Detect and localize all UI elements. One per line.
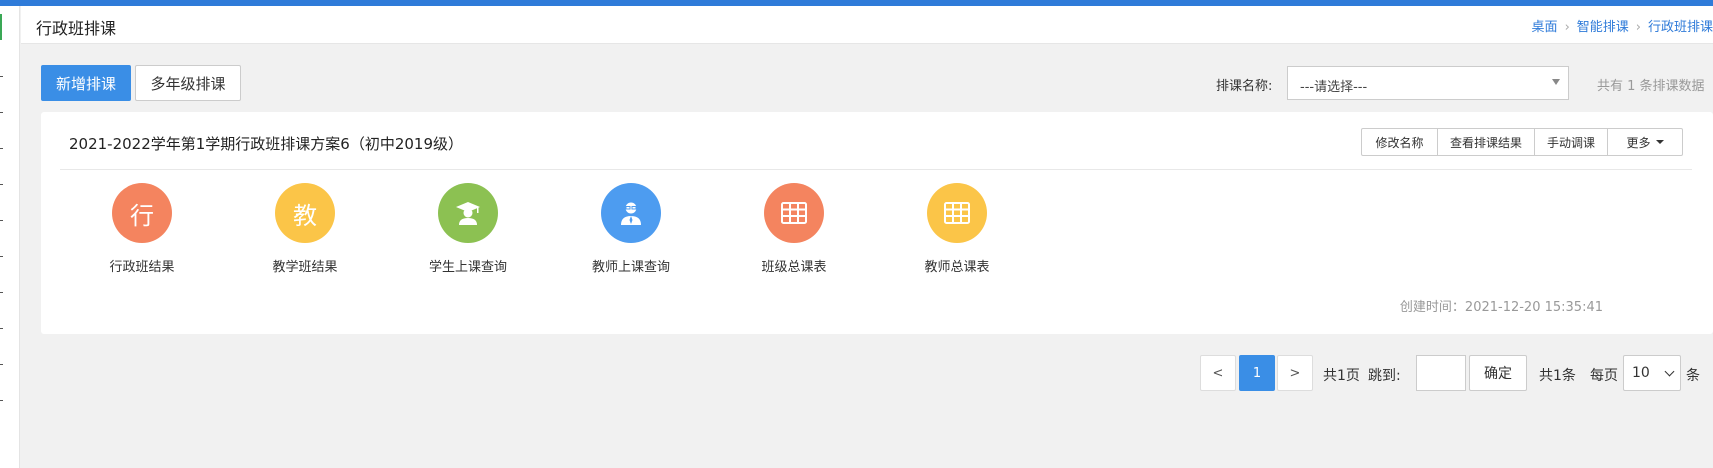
caret-down-icon	[1552, 79, 1560, 85]
per-page-unit: 条	[1686, 368, 1700, 384]
sidebar-tick	[0, 292, 3, 293]
multi-grade-schedule-button[interactable]: 多年级排课	[135, 65, 241, 101]
timetable-grid-icon	[781, 202, 807, 224]
jump-label: 跳到:	[1368, 368, 1401, 384]
tile-teacher-schedule-query[interactable]: 教师上课查询	[556, 183, 706, 275]
tile-teaching-class-result[interactable]: 教 教学班结果	[230, 183, 380, 275]
admin-class-glyph: 行	[130, 201, 154, 230]
tile-student-schedule-query[interactable]: 学生上课查询	[393, 183, 543, 275]
collapsed-sidebar[interactable]	[0, 6, 20, 468]
chevron-right-icon: ›	[1635, 20, 1641, 35]
breadcrumb-current[interactable]: 行政班排课	[1648, 20, 1713, 35]
sidebar-tick	[0, 328, 3, 329]
sidebar-active-indicator	[0, 14, 2, 40]
schedule-name-select[interactable]: ---请选择---	[1287, 66, 1569, 100]
record-count: 共有 1 条排课数据	[1597, 79, 1705, 94]
tile-label: 班级总课表	[761, 260, 827, 275]
sidebar-tick	[0, 112, 3, 113]
chevron-right-icon: ›	[1564, 20, 1570, 35]
tile-teacher-master-timetable[interactable]: 教师总课表	[882, 183, 1032, 275]
jump-page-input[interactable]	[1416, 355, 1466, 391]
tile-label: 学生上课查询	[428, 260, 507, 275]
tile-label: 教学班结果	[272, 260, 338, 275]
tile-class-master-timetable[interactable]: 班级总课表	[719, 183, 869, 275]
more-dropdown-button[interactable]: 更多	[1607, 128, 1683, 156]
breadcrumb-smart-scheduling[interactable]: 智能排课	[1577, 20, 1629, 35]
timetable-grid-icon	[944, 202, 970, 224]
sidebar-tick	[0, 76, 3, 77]
tile-label: 教师上课查询	[591, 260, 670, 275]
page-1-button[interactable]: 1	[1239, 355, 1275, 391]
prev-page-button[interactable]: <	[1200, 355, 1236, 391]
total-items: 共1条	[1539, 368, 1576, 384]
created-timestamp: 创建时间：2021-12-20 15:35:41	[1399, 300, 1603, 315]
student-icon	[438, 183, 498, 243]
graduate-student-icon	[456, 202, 480, 225]
view-results-button[interactable]: 查看排课结果	[1437, 128, 1535, 156]
next-page-button[interactable]: >	[1277, 355, 1313, 391]
schedule-title: 2021-2022学年第1学期行政班排课方案6（初中2019级）	[69, 135, 464, 153]
select-value: ---请选择---	[1300, 80, 1368, 95]
total-pages: 共1页	[1323, 368, 1360, 384]
card-action-group: 修改名称 查看排课结果 手动调课 更多	[1361, 128, 1683, 156]
sidebar-tick	[0, 184, 3, 185]
table-grid-icon	[764, 183, 824, 243]
teaching-class-icon: 教	[275, 183, 335, 243]
sidebar-tick	[0, 256, 3, 257]
sidebar-tick	[0, 364, 3, 365]
teacher-icon	[601, 183, 661, 243]
tile-admin-class-result[interactable]: 行 行政班结果	[67, 183, 217, 275]
teaching-class-glyph: 教	[293, 201, 317, 230]
admin-class-icon: 行	[112, 183, 172, 243]
caret-down-icon	[1655, 140, 1664, 144]
per-page-label: 每页	[1590, 368, 1618, 384]
page-size-value: 10	[1632, 365, 1650, 381]
confirm-jump-button[interactable]: 确定	[1469, 355, 1527, 391]
tile-label: 行政班结果	[109, 260, 175, 275]
manual-adjust-button[interactable]: 手动调课	[1534, 128, 1608, 156]
sidebar-tick	[0, 220, 3, 221]
teacher-person-icon	[621, 202, 641, 225]
sidebar-tick	[0, 148, 3, 149]
tile-label: 教师总课表	[924, 260, 990, 275]
breadcrumb: 桌面 › 智能排课 › 行政班排课	[1532, 16, 1713, 35]
page-size-select[interactable]: 10	[1623, 355, 1681, 391]
schedule-name-label: 排课名称:	[1216, 79, 1273, 94]
more-label: 更多	[1626, 135, 1651, 150]
page-title: 行政班排课	[36, 19, 117, 38]
breadcrumb-desktop[interactable]: 桌面	[1532, 20, 1558, 35]
table-grid-icon	[927, 183, 987, 243]
rename-button[interactable]: 修改名称	[1361, 128, 1438, 156]
card-divider	[60, 169, 1692, 170]
chevron-down-icon	[1664, 366, 1675, 377]
sidebar-tick	[0, 400, 3, 401]
add-schedule-button[interactable]: 新增排课	[41, 65, 131, 101]
schedule-card: 2021-2022学年第1学期行政班排课方案6（初中2019级） 修改名称 查看…	[41, 112, 1713, 334]
page-header: 行政班排课 桌面 › 智能排课 › 行政班排课	[21, 6, 1713, 44]
